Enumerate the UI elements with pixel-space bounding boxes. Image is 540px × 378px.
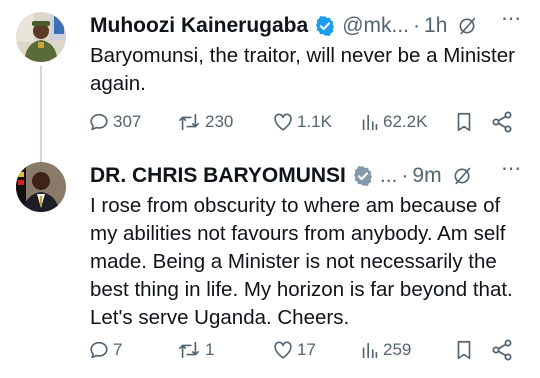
avatar-image [16, 12, 66, 62]
verified-badge-icon [314, 15, 336, 37]
timestamp[interactable]: 1h [424, 14, 447, 38]
bookmark-icon [457, 340, 471, 360]
tweet-header: DR. CHRIS BARYOMUNSI ... · 9m ⋯ [90, 158, 528, 190]
author-name[interactable]: Muhoozi Kainerugaba [90, 14, 308, 38]
reply-icon [90, 113, 108, 131]
repost-count: 230 [205, 112, 234, 131]
share-icon [492, 111, 512, 133]
thread-connector-line [40, 66, 42, 162]
separator-dot: · [401, 164, 409, 187]
avatar[interactable] [16, 162, 66, 212]
like-icon [274, 341, 292, 359]
avatar-image [16, 162, 66, 212]
repost-icon [179, 113, 199, 131]
tweet-1[interactable]: Muhoozi Kainerugaba @mk... · 1h ⋯ Baryom… [0, 0, 540, 162]
more-icon[interactable]: ⋯ [501, 6, 522, 31]
more-icon[interactable]: ⋯ [501, 156, 522, 181]
like-icon [274, 113, 292, 131]
like-count: 17 [297, 340, 316, 359]
author-name[interactable]: DR. CHRIS BARYOMUNSI [90, 164, 346, 188]
views-count: 62.2K [383, 112, 428, 131]
repost-count: 1 [205, 340, 215, 359]
reply-count: 7 [113, 340, 123, 359]
author-handle[interactable]: ... [380, 164, 398, 188]
like-button[interactable]: 17 [272, 338, 316, 362]
like-button[interactable]: 1.1K [272, 110, 332, 134]
author-handle[interactable]: @mk... [342, 14, 409, 38]
tweet-text: I rose from obscurity to where am becaus… [90, 194, 513, 329]
repost-button[interactable]: 230 [176, 110, 233, 134]
action-bar: 7 1 17 259 [88, 338, 524, 362]
tweet-header: Muhoozi Kainerugaba @mk... · 1h ⋯ [90, 8, 528, 40]
timestamp[interactable]: 9m [412, 164, 441, 188]
tweet-text: Baryomunsi, the traitor, will never be a… [90, 44, 515, 95]
reply-count: 307 [113, 112, 142, 131]
reply-button[interactable]: 7 [88, 338, 122, 362]
repost-icon [179, 341, 199, 359]
grok-icon[interactable] [457, 16, 477, 36]
bookmark-icon [457, 112, 471, 132]
like-count: 1.1K [297, 112, 332, 131]
tweet-2[interactable]: DR. CHRIS BARYOMUNSI ... · 9m ⋯ I rose f… [0, 150, 540, 378]
views-icon [362, 342, 378, 359]
reply-button[interactable]: 307 [88, 110, 141, 134]
views-count: 259 [383, 340, 412, 359]
share-button[interactable] [490, 338, 514, 362]
verified-badge-icon [352, 165, 374, 187]
share-button[interactable] [490, 110, 514, 134]
avatar[interactable] [16, 12, 66, 62]
repost-button[interactable]: 1 [176, 338, 214, 362]
bookmark-button[interactable] [454, 110, 474, 134]
separator-dot: · [413, 14, 421, 37]
action-bar: 307 230 1.1K 62.2K [88, 110, 524, 134]
reply-icon [90, 341, 108, 359]
views-icon [362, 114, 378, 131]
views-button[interactable]: 62.2K [360, 110, 427, 134]
bookmark-button[interactable] [454, 338, 474, 362]
share-icon [492, 339, 512, 361]
views-button[interactable]: 259 [360, 338, 411, 362]
grok-icon[interactable] [452, 166, 472, 186]
